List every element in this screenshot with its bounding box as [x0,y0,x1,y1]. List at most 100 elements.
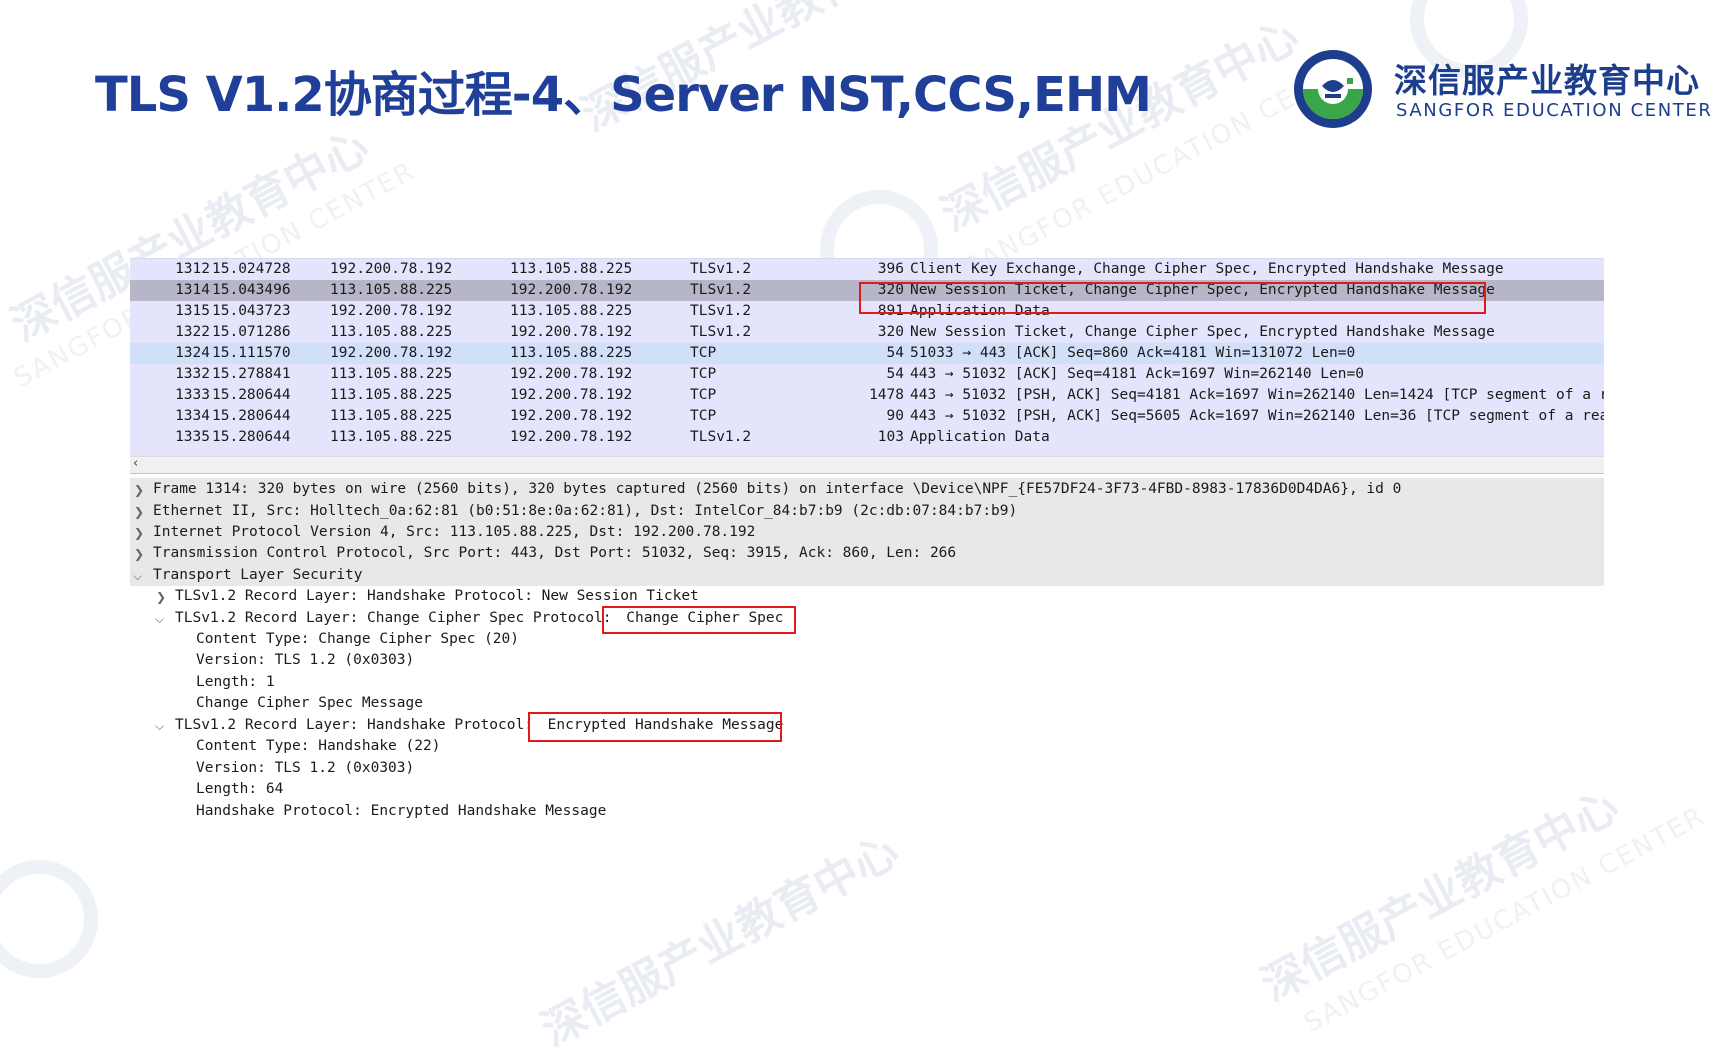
packet-protocol: TLSv1.2 [690,324,752,340]
horizontal-scrollbar[interactable]: ‹ [130,456,1604,474]
packet-destination: 192.200.78.192 [510,324,633,340]
packet-destination: 113.105.88.225 [510,345,633,361]
packet-source: 192.200.78.192 [330,303,453,319]
packet-destination: 113.105.88.225 [510,261,633,277]
packet-protocol: TLSv1.2 [690,429,752,445]
expand-arrow-icon[interactable]: ❯ [134,547,144,561]
packet-destination: 113.105.88.225 [510,303,633,319]
detail-ccs-version[interactable]: Version: TLS 1.2 (0x0303) [196,652,414,668]
highlight-box [602,606,796,634]
packet-no: 1335 [175,429,210,445]
packet-source: 113.105.88.225 [330,282,453,298]
packet-row[interactable]: 1312 15.024728 192.200.78.192 113.105.88… [130,259,1604,280]
packet-row[interactable]: 1332 15.278841 113.105.88.225 192.200.78… [130,364,1604,385]
packet-length: 54 [886,345,904,361]
detail-ccs-content-type[interactable]: Content Type: Change Cipher Spec (20) [196,631,519,647]
packet-no: 1312 [175,261,210,277]
detail-ip[interactable]: Internet Protocol Version 4, Src: 113.10… [153,524,755,540]
packet-row[interactable]: 1324 15.111570 192.200.78.192 113.105.88… [130,343,1604,364]
expand-arrow-icon[interactable]: ❯ [134,526,144,540]
packet-time: 15.024728 [212,261,291,277]
packet-destination: 192.200.78.192 [510,282,633,298]
packet-protocol: TCP [690,408,717,424]
packet-info: Application Data [910,429,1050,445]
watermark-text: 深信服产业教育中心 [533,825,907,1057]
packet-time: 15.043496 [212,282,291,298]
packet-source: 192.200.78.192 [330,345,453,361]
packet-source: 192.200.78.192 [330,261,453,277]
packet-length: 54 [886,366,904,382]
packet-source: 113.105.88.225 [330,408,453,424]
collapse-arrow-icon[interactable]: ⌵ [133,569,142,584]
packet-info: Client Key Exchange, Change Cipher Spec,… [910,261,1504,277]
packet-no: 1314 [175,282,210,298]
packet-info: 51033 → 443 [ACK] Seq=860 Ack=4181 Win=1… [910,345,1356,361]
packet-protocol: TLSv1.2 [690,303,752,319]
packet-protocol: TCP [690,345,717,361]
expand-arrow-icon[interactable]: ❯ [156,590,166,604]
packet-info: 443 → 51032 [PSH, ACK] Seq=4181 Ack=1697… [910,387,1604,403]
collapse-arrow-icon[interactable]: ⌵ [155,612,164,627]
watermark-text: 深信服产业教育中心 [1253,780,1627,1012]
expand-arrow-icon[interactable]: ❯ [134,483,144,497]
packet-no: 1315 [175,303,210,319]
collapse-arrow-icon[interactable]: ⌵ [155,719,164,734]
packet-time: 15.043723 [212,303,291,319]
record-ehm-prefix: TLSv1.2 Record Layer: Handshake Protocol… [175,717,533,733]
packet-length: 320 [877,324,904,340]
packet-row[interactable]: 1334 15.280644 113.105.88.225 192.200.78… [130,406,1604,427]
packet-time: 15.071286 [212,324,291,340]
detail-ccs-length[interactable]: Length: 1 [196,674,275,690]
packet-source: 113.105.88.225 [330,324,453,340]
packet-info: 443 → 51032 [ACK] Seq=4181 Ack=1697 Win=… [910,366,1364,382]
packet-destination: 192.200.78.192 [510,408,633,424]
packet-row[interactable]: 1322 15.071286 113.105.88.225 192.200.78… [130,322,1604,343]
packet-no: 1334 [175,408,210,424]
packet-time: 15.280644 [212,408,291,424]
packet-length: 1478 [869,387,904,403]
detail-ccs-message[interactable]: Change Cipher Spec Message [196,695,423,711]
sangfor-logo: 深信服产业教育中心 SANGFOR EDUCATION CENTER [1292,48,1711,132]
detail-frame[interactable]: Frame 1314: 320 bytes on wire (2560 bits… [153,481,1401,497]
packet-row[interactable]: 1335 15.280644 113.105.88.225 192.200.78… [130,427,1604,448]
packet-time: 15.280644 [212,429,291,445]
packet-source: 113.105.88.225 [330,366,453,382]
sangfor-badge-icon [1294,50,1372,128]
detail-tcp[interactable]: Transmission Control Protocol, Src Port:… [153,545,956,561]
packet-destination: 192.200.78.192 [510,429,633,445]
packet-source: 113.105.88.225 [330,429,453,445]
packet-time: 15.278841 [212,366,291,382]
page-title: TLS V1.2协商过程-4、Server NST,CCS,EHM [95,67,1152,123]
packet-protocol: TCP [690,366,717,382]
packet-time: 15.111570 [212,345,291,361]
detail-ethernet[interactable]: Ethernet II, Src: Holltech_0a:62:81 (b0:… [153,503,1017,519]
packet-protocol: TLSv1.2 [690,282,752,298]
packet-length: 396 [877,261,904,277]
packet-no: 1333 [175,387,210,403]
detail-ehm-content-type[interactable]: Content Type: Handshake (22) [196,738,440,754]
highlight-box [528,712,782,742]
detail-ehm-protocol[interactable]: Handshake Protocol: Encrypted Handshake … [196,803,606,819]
packet-length: 103 [877,429,904,445]
expand-arrow-icon[interactable]: ❯ [134,505,144,519]
packet-no: 1332 [175,366,210,382]
logo-chinese-text: 深信服产业教育中心 [1394,61,1700,100]
scroll-left-icon[interactable]: ‹ [133,456,138,471]
detail-ehm-version[interactable]: Version: TLS 1.2 (0x0303) [196,760,414,776]
record-ccs-prefix: TLSv1.2 Record Layer: Change Cipher Spec… [175,610,612,626]
packet-row[interactable]: 1333 15.280644 113.105.88.225 192.200.78… [130,385,1604,406]
detail-ehm-length[interactable]: Length: 64 [196,781,283,797]
packet-info: 443 → 51032 [PSH, ACK] Seq=5605 Ack=1697… [910,408,1604,424]
packet-destination: 192.200.78.192 [510,387,633,403]
detail-tls[interactable]: Transport Layer Security [153,567,363,583]
packet-time: 15.280644 [212,387,291,403]
detail-record-nst[interactable]: TLSv1.2 Record Layer: Handshake Protocol… [175,588,699,604]
packet-length: 90 [886,408,904,424]
packet-protocol: TCP [690,387,717,403]
packet-source: 113.105.88.225 [330,387,453,403]
packet-protocol: TLSv1.2 [690,261,752,277]
packet-info: New Session Ticket, Change Cipher Spec, … [910,324,1495,340]
packet-no: 1322 [175,324,210,340]
packet-no: 1324 [175,345,210,361]
logo-english-text: SANGFOR EDUCATION CENTER [1396,100,1713,121]
